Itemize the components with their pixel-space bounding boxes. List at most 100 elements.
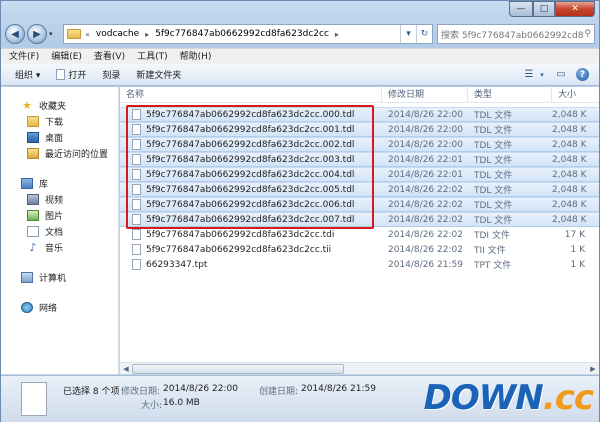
scroll-right-arrow[interactable]: ▶ (587, 365, 599, 373)
modified-value: 2014/8/26 22:00 (163, 384, 238, 394)
nav-libraries[interactable]: 库 (1, 175, 118, 191)
scroll-left-arrow[interactable]: ◀ (120, 365, 132, 373)
address-dropdown-button[interactable]: ▾ (400, 25, 416, 43)
column-header-row: 名称 修改日期 类型 大小 (120, 87, 599, 103)
menu-tools[interactable]: 工具(T) (137, 49, 168, 64)
nav-favorites[interactable]: ★ 收藏夹 (1, 97, 118, 113)
search-input[interactable]: 搜索 5f9c776847ab0662992cd8fa6... ⚲ (437, 24, 595, 44)
breadcrumb-separator[interactable]: ▸ (335, 30, 339, 39)
file-row[interactable]: 5f9c776847ab0662992cd8fa623dc2cc.005.tdl… (120, 182, 599, 197)
file-size: 2,048 K (552, 154, 587, 165)
nav-item-label: 最近访问的位置 (45, 149, 109, 160)
file-name-cell[interactable]: 5f9c776847ab0662992cd8fa623dc2cc.tdi (120, 229, 382, 240)
file-row[interactable]: 5f9c776847ab0662992cd8fa623dc2cc.tdi 2014… (120, 227, 599, 242)
breadcrumb-current-folder[interactable]: 5f9c776847ab0662992cd8fa623dc2cc (155, 29, 329, 39)
maximize-button[interactable]: □ (533, 1, 555, 17)
selection-count: 已选择 8 个项 (63, 387, 120, 397)
search-placeholder: 搜索 5f9c776847ab0662992cd8fa6... (441, 30, 584, 41)
file-row[interactable]: 5f9c776847ab0662992cd8fa623dc2cc.007.tdl… (120, 212, 599, 227)
open-button[interactable]: 打开 (56, 68, 86, 81)
column-type[interactable]: 类型 (468, 87, 552, 102)
nav-item-recent-places[interactable]: 最近访问的位置 (1, 145, 118, 161)
file-name-cell[interactable]: 66293347.tpt (120, 259, 382, 270)
menu-edit[interactable]: 编辑(E) (51, 49, 82, 64)
view-options-icon[interactable]: ☰ (522, 69, 536, 81)
nav-item-music[interactable]: ♪ 音乐 (1, 239, 118, 255)
nav-item-downloads[interactable]: 下载 (1, 113, 118, 129)
watermark-main: DOWN (423, 378, 544, 418)
file-row[interactable]: 5f9c776847ab0662992cd8fa623dc2cc.003.tdl… (120, 152, 599, 167)
file-size: 2,048 K (552, 124, 587, 135)
file-row[interactable]: 66293347.tpt 2014/8/26 21:59 TPT 文件 1 K (120, 257, 599, 272)
file-row[interactable]: 5f9c776847ab0662992cd8fa623dc2cc.006.tdl… (120, 197, 599, 212)
menu-view[interactable]: 查看(V) (94, 49, 125, 64)
breadcrumb-vodcache[interactable]: vodcache (96, 29, 139, 39)
forward-button[interactable]: ▶ (27, 24, 47, 44)
file-row[interactable]: 5f9c776847ab0662992cd8fa623dc2cc.001.tdl… (120, 122, 599, 137)
file-name: 5f9c776847ab0662992cd8fa623dc2cc.004.tdl (146, 169, 355, 180)
explorer-window: — □ ✕ ◀ ▶ ▾ « vodcache ▸ 5f9c776847ab066… (0, 0, 600, 422)
menu-help[interactable]: 帮助(H) (180, 49, 212, 64)
column-size[interactable]: 大小 (552, 87, 599, 102)
menu-file[interactable]: 文件(F) (9, 49, 39, 64)
file-name: 66293347.tpt (146, 259, 208, 270)
menu-bar: 文件(F) 编辑(E) 查看(V) 工具(T) 帮助(H) (1, 48, 599, 64)
document-icon (27, 225, 39, 237)
address-bar[interactable]: « vodcache ▸ 5f9c776847ab0662992cd8fa623… (63, 24, 433, 44)
file-type: TDL 文件 (474, 111, 513, 121)
nav-item-documents[interactable]: 文档 (1, 223, 118, 239)
nav-item-label: 视频 (45, 195, 64, 206)
file-type: TPT 文件 (474, 261, 512, 271)
recent-pages-dropdown[interactable]: ▾ (49, 30, 59, 38)
file-date: 2014/8/26 22:00 (388, 124, 463, 135)
column-date-modified[interactable]: 修改日期 (382, 87, 468, 102)
file-name-cell[interactable]: 5f9c776847ab0662992cd8fa623dc2cc.004.tdl (120, 169, 382, 180)
picture-icon (27, 209, 39, 221)
help-icon[interactable]: ? (576, 68, 589, 81)
file-name-cell[interactable]: 5f9c776847ab0662992cd8fa623dc2cc.tii (120, 244, 382, 255)
file-type: TDL 文件 (474, 201, 513, 211)
nav-item-videos[interactable]: 视频 (1, 191, 118, 207)
breadcrumb-separator[interactable]: ▸ (145, 30, 149, 39)
nav-item-pictures[interactable]: 图片 (1, 207, 118, 223)
new-folder-button[interactable]: 新建文件夹 (136, 68, 181, 81)
preview-pane-icon[interactable]: ▭ (554, 69, 568, 81)
file-name: 5f9c776847ab0662992cd8fa623dc2cc.002.tdl (146, 139, 355, 150)
horizontal-scrollbar[interactable]: ◀ ▶ (120, 362, 599, 374)
file-name-cell[interactable]: 5f9c776847ab0662992cd8fa623dc2cc.006.tdl (120, 199, 382, 210)
column-name[interactable]: 名称 (120, 87, 382, 102)
burn-button[interactable]: 刻录 (102, 68, 120, 81)
file-name-cell[interactable]: 5f9c776847ab0662992cd8fa623dc2cc.002.tdl (120, 139, 382, 150)
refresh-icon[interactable]: ↻ (416, 25, 432, 43)
file-icon (132, 259, 141, 270)
scrollbar-thumb[interactable] (132, 364, 344, 374)
breadcrumb-overflow[interactable]: « (85, 30, 90, 39)
close-button[interactable]: ✕ (555, 1, 595, 17)
nav-item-label: 文档 (45, 227, 64, 238)
file-row[interactable]: 5f9c776847ab0662992cd8fa623dc2cc.004.tdl… (120, 167, 599, 182)
file-row[interactable]: 5f9c776847ab0662992cd8fa623dc2cc.tii 2014… (120, 242, 599, 257)
watermark-tld: cc (554, 378, 594, 418)
file-row[interactable]: 5f9c776847ab0662992cd8fa623dc2cc.000.tdl… (120, 107, 599, 122)
nav-computer[interactable]: 计算机 (1, 269, 118, 285)
back-button[interactable]: ◀ (5, 24, 25, 44)
file-preview-icon (21, 382, 47, 416)
file-name-cell[interactable]: 5f9c776847ab0662992cd8fa623dc2cc.005.tdl (120, 184, 382, 195)
file-name-cell[interactable]: 5f9c776847ab0662992cd8fa623dc2cc.001.tdl (120, 124, 382, 135)
file-name-cell[interactable]: 5f9c776847ab0662992cd8fa623dc2cc.007.tdl (120, 214, 382, 225)
file-name: 5f9c776847ab0662992cd8fa623dc2cc.tii (146, 244, 332, 255)
organize-button[interactable]: 组织 ▾ (15, 68, 40, 81)
file-name: 5f9c776847ab0662992cd8fa623dc2cc.tdi (146, 229, 335, 240)
caption-buttons: — □ ✕ (509, 1, 595, 17)
size-label: 大小: (141, 401, 163, 411)
network-icon (21, 301, 33, 313)
nav-network[interactable]: 网络 (1, 299, 118, 315)
nav-item-desktop[interactable]: 桌面 (1, 129, 118, 145)
file-name-cell[interactable]: 5f9c776847ab0662992cd8fa623dc2cc.003.tdl (120, 154, 382, 165)
minimize-button[interactable]: — (509, 1, 533, 17)
file-size: 1 K (570, 259, 586, 270)
file-row[interactable]: 5f9c776847ab0662992cd8fa623dc2cc.002.tdl… (120, 137, 599, 152)
search-icon[interactable]: ⚲ (584, 29, 591, 39)
file-name-cell[interactable]: 5f9c776847ab0662992cd8fa623dc2cc.000.tdl (120, 109, 382, 120)
view-dropdown-icon[interactable]: ▾ (538, 69, 546, 81)
